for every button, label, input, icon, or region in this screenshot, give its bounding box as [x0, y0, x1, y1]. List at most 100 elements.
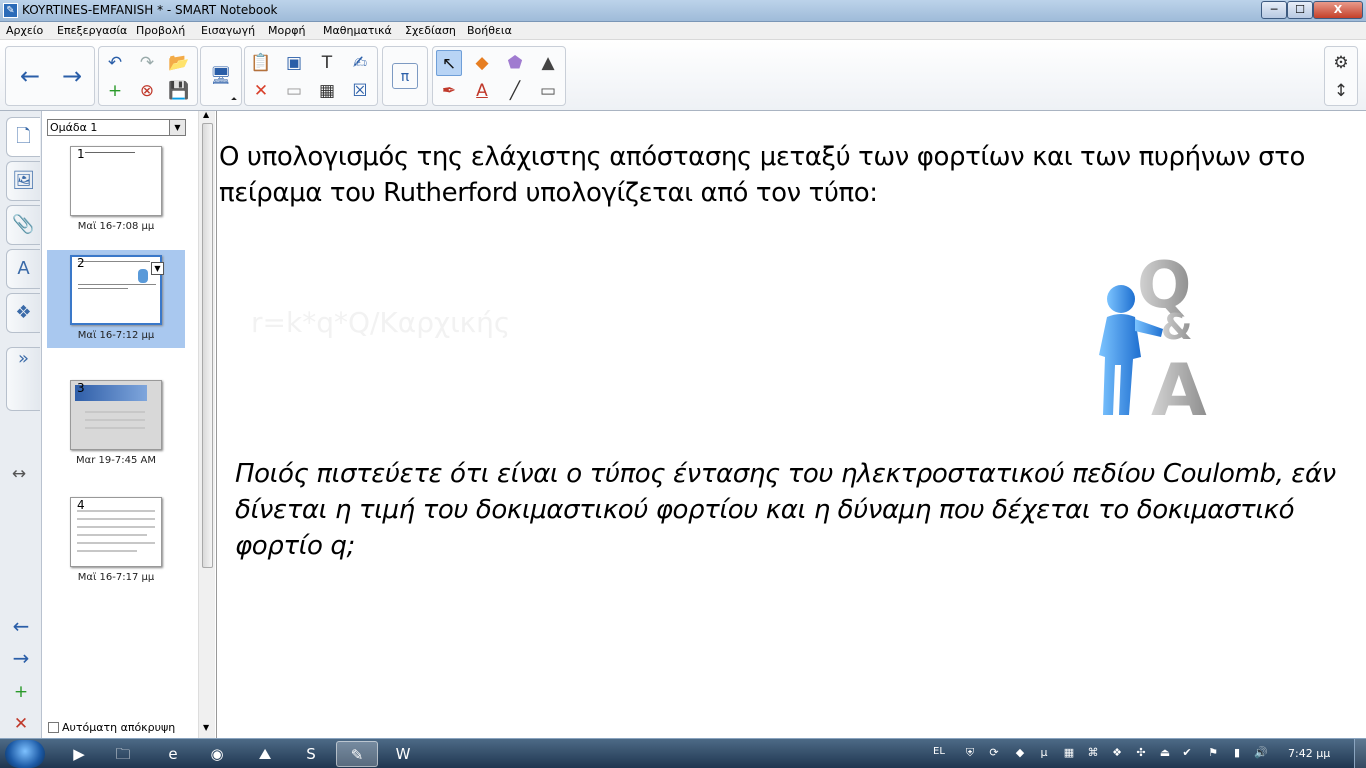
signal-icon[interactable]: ▮ [1230, 746, 1244, 760]
bluetooth-icon[interactable]: ✣ [1134, 746, 1148, 760]
magic-pen-icon[interactable]: ⬟ [502, 50, 528, 76]
page-icon: 🗋 [16, 126, 31, 147]
menu-draw[interactable]: Σχεδίαση [405, 24, 456, 37]
toolbar: ← → ↶ ↷ 📂 + ⊗ 💾 🖥 📋 ▣ T ✍ ✕ ▭ ▦ ☒ π ↖ ◆ … [0, 41, 1366, 111]
forward-arrow-icon[interactable]: → [54, 51, 90, 101]
prev-page-icon[interactable]: ← [8, 613, 34, 639]
select-icon[interactable]: ↖ [436, 50, 462, 76]
scroll-up-icon[interactable]: ▲ [203, 110, 209, 119]
redo-icon[interactable]: ↷ [134, 50, 160, 76]
calendar-icon[interactable]: ▦ [1062, 746, 1076, 760]
add-page-icon[interactable]: + [8, 679, 34, 705]
attachments-tab[interactable]: 📎 [6, 205, 40, 245]
gallery-tab[interactable]: 🖼 [6, 161, 40, 201]
line-icon[interactable]: ╱ [502, 78, 528, 104]
properties-tab[interactable]: A [6, 249, 40, 289]
back-arrow-icon[interactable]: ← [12, 51, 48, 101]
pdf-icon[interactable]: ◆ [1013, 746, 1027, 760]
menu-edit[interactable]: Επεξεργασία [57, 24, 127, 37]
hidden-formula[interactable]: r=k*q*Q/Καρχικής [251, 306, 510, 339]
smart-notebook-taskbar-icon[interactable]: ✎ [336, 741, 378, 767]
volume-icon[interactable]: 🔊 [1254, 746, 1268, 760]
maximize-button[interactable]: ☐ [1287, 1, 1313, 19]
shapes-icon[interactable]: ◆ [469, 50, 495, 76]
clock[interactable]: 7:42 μμ [1288, 747, 1330, 760]
fill-icon[interactable]: ▲ [535, 50, 561, 76]
word-icon[interactable]: W [382, 741, 424, 767]
group-select-value: Ομάδα 1 [50, 121, 98, 134]
antivirus-icon[interactable]: ✔ [1180, 746, 1194, 760]
internet-explorer-icon[interactable]: e [152, 741, 194, 767]
page-sorter-tab[interactable]: 🗋 [6, 117, 40, 157]
next-page-icon[interactable]: → [8, 645, 34, 671]
whiteboard-canvas[interactable]: Ο υπολογισμός της ελάχιστης απόστασης με… [216, 111, 1366, 738]
delete-icon[interactable]: ✕ [248, 78, 274, 104]
menu-math[interactable]: Μαθηματικά [323, 24, 392, 37]
page-menu-button[interactable]: ▼ [151, 262, 164, 275]
eraser-icon[interactable]: ▭ [535, 78, 561, 104]
minimize-button[interactable]: ─ [1261, 1, 1287, 19]
delete-page-icon[interactable]: ✕ [8, 711, 34, 737]
text-icon[interactable]: A [469, 78, 495, 104]
page-thumbnail-3[interactable]: 3 Μαr 19-7:45 AM [47, 375, 185, 473]
menu-insert[interactable]: Εισαγωγή [201, 24, 255, 37]
menu-view[interactable]: Προβολή [136, 24, 185, 37]
start-button[interactable] [5, 740, 45, 768]
scrollbar-thumb[interactable] [202, 123, 213, 568]
resize-icon[interactable]: ↔ [6, 461, 32, 487]
photos-icon[interactable]: ⛰ [244, 741, 286, 767]
save-icon[interactable]: 💾 [166, 78, 192, 104]
recognize-icon[interactable]: ✍ [347, 50, 373, 76]
dropbox-icon[interactable]: ❖ [1110, 746, 1124, 760]
flag-icon[interactable]: ⚑ [1206, 746, 1220, 760]
screen-icon[interactable]: 🖥 [208, 63, 234, 89]
scroll-down-icon[interactable]: ▼ [203, 723, 209, 732]
question-text[interactable]: Ποιός πιστεύετε ότι είναι ο τύπος ένταση… [235, 456, 1363, 564]
skype-icon[interactable]: S [290, 741, 332, 767]
usb-icon[interactable]: ⏏ [1158, 746, 1172, 760]
pens-icon[interactable]: ✒ [436, 78, 462, 104]
menu-file[interactable]: Αρχείο [6, 24, 43, 37]
sync-icon[interactable]: ⟳ [987, 746, 1001, 760]
full-screen-icon[interactable]: ☒ [347, 78, 373, 104]
addons-tab[interactable]: ❖ [6, 293, 40, 333]
page-number: 1 [77, 147, 85, 161]
text-tool-icon[interactable]: T [314, 50, 340, 76]
math-pi-icon[interactable]: π [392, 63, 418, 89]
page-heading[interactable]: Ο υπολογισμός της ελάχιστης απόστασης με… [219, 139, 1359, 211]
delete-page-icon[interactable]: ⊗ [134, 78, 160, 104]
open-file-icon[interactable]: 📂 [166, 50, 192, 76]
firefox-icon[interactable]: ◉ [196, 741, 238, 767]
undo-icon[interactable]: ↶ [102, 50, 128, 76]
page-thumbnail-2[interactable]: 2 ▼ Μαϊ 16-7:12 μμ [47, 250, 185, 348]
settings-group: ⚙ ↕ [1324, 46, 1358, 106]
explorer-icon[interactable]: 🗀 [102, 741, 144, 767]
table-icon[interactable]: ▦ [314, 78, 340, 104]
shield-icon[interactable]: ⛨ [963, 746, 977, 760]
group-select[interactable]: Ομάδα 1 ▼ [47, 119, 186, 136]
page-thumbnail-1[interactable]: 1 Μαϊ 16-7:08 μμ [47, 141, 185, 239]
display-group: 🖥 [200, 46, 242, 106]
page-group: ↶ ↷ 📂 + ⊗ 💾 [98, 46, 198, 106]
qa-person-image[interactable]: Q & A [1089, 237, 1239, 422]
gear-icon[interactable]: ⚙ [1328, 50, 1354, 76]
page-thumbnail-4[interactable]: 4 Μαϊ 16-7:17 μμ [47, 492, 185, 590]
network-manager-icon[interactable]: ⌘ [1086, 746, 1100, 760]
sorter-scrollbar[interactable]: ▲ ▼ [198, 110, 215, 738]
show-desktop-button[interactable] [1354, 739, 1366, 768]
close-button[interactable]: X [1313, 1, 1363, 19]
menu-help[interactable]: Βοήθεια [467, 24, 512, 37]
checkbox-box[interactable] [48, 722, 59, 733]
move-toolbar-icon[interactable]: ↕ [1328, 78, 1354, 104]
capture-icon[interactable]: ▭ [281, 78, 307, 104]
screen-shade-icon[interactable]: ▣ [281, 50, 307, 76]
dropdown-arrow-icon[interactable] [231, 97, 237, 103]
torrent-icon[interactable]: μ [1037, 746, 1051, 760]
add-page-icon[interactable]: + [102, 78, 128, 104]
media-player-icon[interactable]: ▶ [58, 741, 100, 767]
autohide-checkbox[interactable]: Αυτόματη απόκρυψη [48, 721, 175, 734]
expand-panel-tab[interactable]: » [6, 347, 40, 411]
language-indicator[interactable]: EL [933, 746, 945, 757]
paste-icon[interactable]: 📋 [248, 50, 274, 76]
menu-format[interactable]: Μορφή [268, 24, 305, 37]
